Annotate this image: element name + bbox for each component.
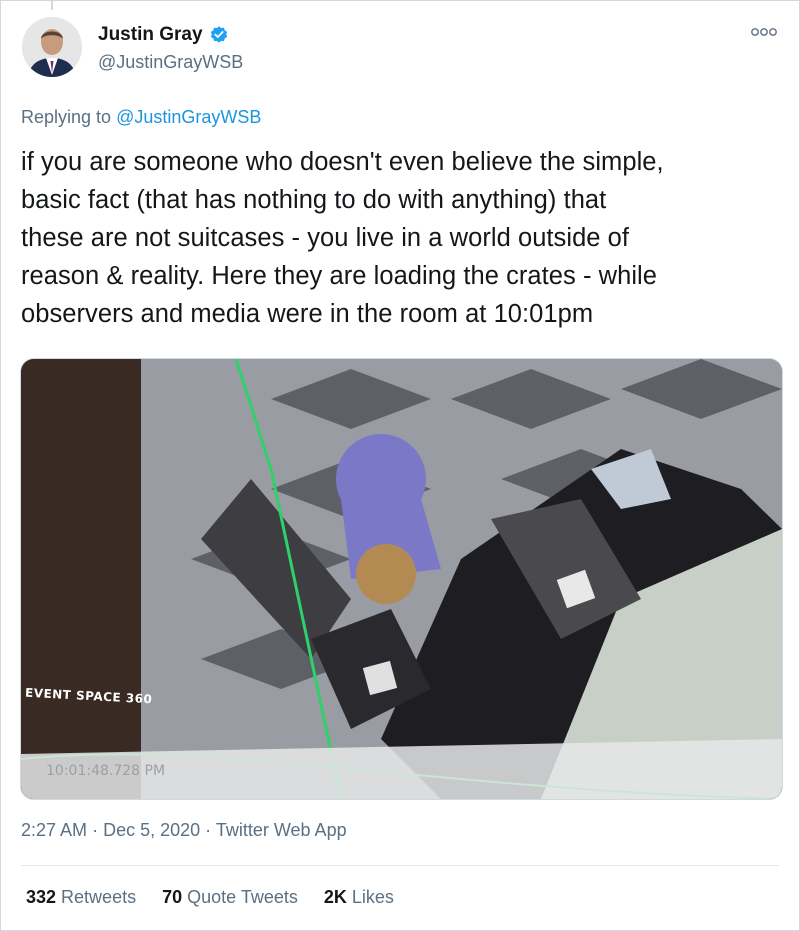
tweet-meta: 2:27 AM · Dec 5, 2020 · Twitter Web App [21,820,347,841]
likes-label: Likes [351,887,394,907]
tweet-text: if you are someone who doesn't even beli… [21,143,791,333]
verified-badge-icon [210,26,227,43]
meta-separator: · [205,820,212,840]
quote-tweets-stat[interactable]: 70 Quote Tweets [162,887,298,908]
tweet-time[interactable]: 2:27 AM [21,820,87,840]
tweet-text-line: reason & reality. Here they are loading … [21,262,657,290]
quote-tweets-label: Quote Tweets [187,887,298,907]
meta-separator: · [92,820,99,840]
replying-to-prefix: Replying to [21,107,112,127]
tweet-stats: 332 Retweets 70 Quote Tweets 2K Likes [26,887,420,908]
tweet-text-line: if you are someone who doesn't even beli… [21,148,664,176]
retweets-stat[interactable]: 332 Retweets [26,887,136,908]
retweets-label: Retweets [61,887,137,907]
replying-to-link[interactable]: @JustinGrayWSB [116,107,261,127]
author-display-name[interactable]: Justin Gray [98,24,203,46]
tweet-text-line: these are not suitcases - you live in a … [21,224,630,252]
media-timestamp-overlay: 10:01:48.728 PM [46,763,166,779]
tweet-source[interactable]: Twitter Web App [216,820,347,840]
replying-to-line: Replying to @JustinGrayWSB [21,107,261,128]
avatar[interactable] [22,17,82,77]
likes-stat[interactable]: 2K Likes [324,887,394,908]
avatar-image [22,17,82,77]
author-name-row: Justin Gray [98,24,229,46]
quote-tweets-count: 70 [162,887,183,907]
more-options-icon[interactable] [750,26,778,38]
tweet-text-line: observers and media were in the room at … [21,300,594,328]
author-handle[interactable]: @JustinGrayWSB [98,52,243,73]
tweet-text-line: basic fact (that has nothing to do with … [21,186,607,214]
stats-divider [21,865,779,866]
retweets-count: 332 [26,887,57,907]
tweet-media-image[interactable]: EVENT SPACE 360 10:01:48.728 PM [20,358,783,800]
thread-connector-line [51,0,53,10]
surveillance-photo [21,359,782,799]
likes-count: 2K [323,887,347,907]
tweet-date[interactable]: Dec 5, 2020 [103,820,200,840]
